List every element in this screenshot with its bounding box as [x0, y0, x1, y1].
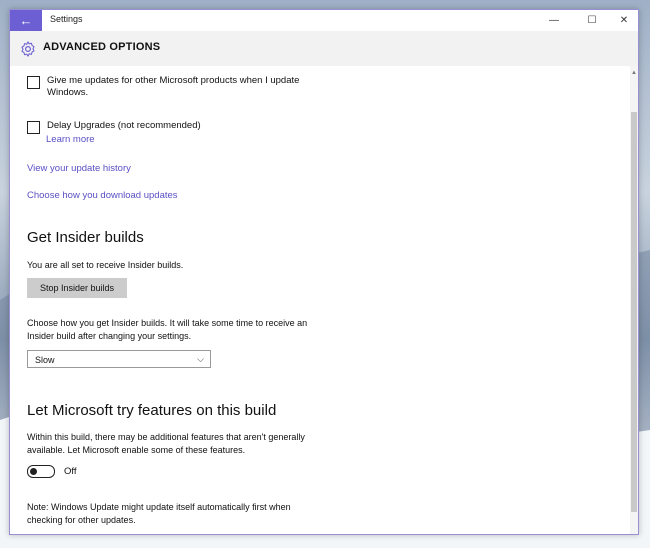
- insider-status: You are all set to receive Insider build…: [27, 260, 184, 270]
- settings-window: ← Settings — ☐ ✕ ADVANCED OPTIONS Give m…: [9, 9, 639, 535]
- page-title: ADVANCED OPTIONS: [43, 41, 161, 53]
- scrollbar-thumb[interactable]: [631, 112, 637, 512]
- page-header: ADVANCED OPTIONS: [10, 31, 638, 66]
- delay-upgrades-checkbox[interactable]: [27, 121, 40, 134]
- features-toggle-label: Off: [64, 466, 77, 477]
- title-bar: ← Settings — ☐ ✕: [10, 10, 638, 31]
- update-history-link[interactable]: View your update history: [27, 163, 131, 174]
- updates-other-products-option[interactable]: Give me updates for other Microsoft prod…: [27, 75, 337, 99]
- download-updates-link[interactable]: Choose how you download updates: [27, 190, 178, 201]
- insider-ring-select[interactable]: Slow ⌵: [27, 350, 211, 368]
- maximize-button[interactable]: ☐: [577, 10, 607, 31]
- stop-insider-builds-button[interactable]: Stop Insider builds: [27, 278, 127, 298]
- learn-more-link[interactable]: Learn more: [46, 134, 95, 145]
- delay-upgrades-label: Delay Upgrades (not recommended): [47, 120, 201, 131]
- chevron-down-icon: ⌵: [197, 354, 204, 364]
- minimize-icon: —: [549, 15, 559, 26]
- scroll-up-icon[interactable]: ▲: [630, 70, 638, 78]
- maximize-icon: ☐: [587, 15, 597, 26]
- minimize-button[interactable]: —: [539, 10, 569, 31]
- insider-heading: Get Insider builds: [27, 229, 144, 246]
- close-icon: ✕: [619, 15, 629, 26]
- insider-choose-text: Choose how you get Insider builds. It wi…: [27, 318, 308, 341]
- updates-other-products-checkbox[interactable]: [27, 76, 40, 89]
- features-toggle[interactable]: [27, 465, 55, 478]
- window-title: Settings: [50, 14, 83, 24]
- insider-ring-value: Slow: [35, 355, 55, 365]
- updates-other-products-label: Give me updates for other Microsoft prod…: [47, 75, 300, 98]
- content-pane: Give me updates for other Microsoft prod…: [10, 66, 630, 534]
- features-description: Within this build, there may be addition…: [27, 432, 305, 455]
- features-heading: Let Microsoft try features on this build: [27, 402, 277, 419]
- gear-icon: [21, 41, 35, 57]
- close-button[interactable]: ✕: [609, 10, 639, 31]
- toggle-knob: [30, 468, 37, 475]
- back-button[interactable]: ←: [10, 10, 42, 31]
- back-arrow-icon: ←: [19, 13, 33, 28]
- note-text: Note: Windows Update might update itself…: [27, 502, 291, 525]
- delay-upgrades-option[interactable]: Delay Upgrades (not recommended): [27, 120, 201, 134]
